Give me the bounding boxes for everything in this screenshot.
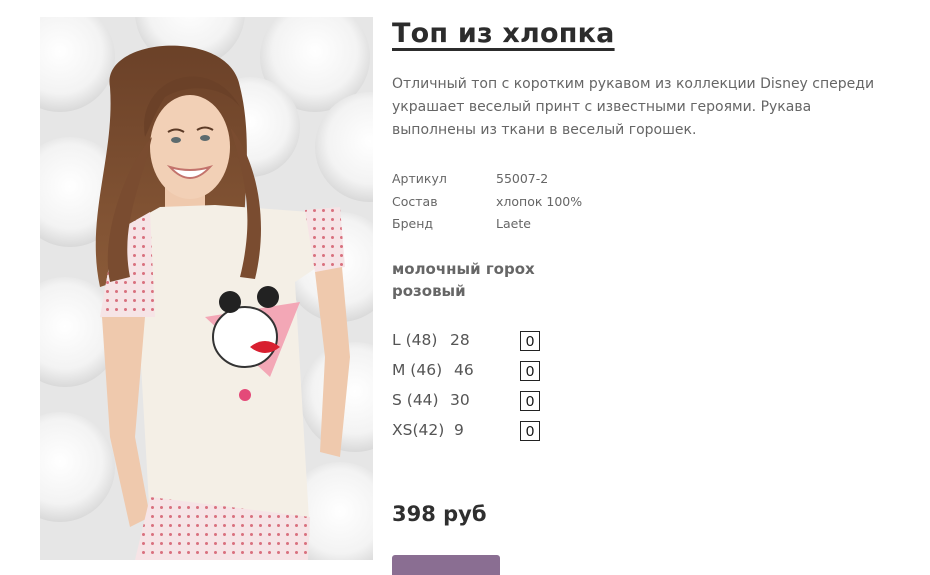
size-stock: 30: [450, 391, 470, 409]
product-photo[interactable]: [40, 17, 373, 560]
spec-value: Laete: [496, 216, 531, 231]
product-photo-illustration: [40, 17, 373, 560]
add-to-cart-button[interactable]: [392, 555, 500, 575]
spec-row-brand: Бренд Laete: [392, 213, 582, 236]
spec-row-article: Артикул 55007-2: [392, 168, 582, 191]
size-label: L (48): [392, 331, 438, 349]
quantity-input-m[interactable]: [520, 361, 540, 381]
size-label: S (44): [392, 391, 439, 409]
product-colors: молочный горох розовый: [392, 258, 535, 302]
quantity-input-l[interactable]: [520, 331, 540, 351]
spec-row-composition: Состав хлопок 100%: [392, 191, 582, 214]
size-label: M (46): [392, 361, 443, 379]
size-stock: 28: [450, 331, 470, 349]
spec-label: Состав: [392, 193, 438, 209]
spec-value: 55007-2: [496, 171, 549, 186]
spec-value: хлопок 100%: [496, 193, 583, 209]
size-label: XS(42): [392, 421, 445, 439]
color-name: розовый: [392, 282, 466, 300]
spec-label: Артикул: [392, 171, 447, 186]
product-price: 398 руб: [392, 502, 487, 526]
product-specs: Артикул 55007-2 Состав хлопок 100% Бренд…: [392, 168, 582, 236]
product-info: Топ из хлопка Отличный топ с коротким ру…: [392, 0, 912, 575]
size-stock: 9: [454, 421, 464, 439]
spec-label: Бренд: [392, 216, 434, 231]
size-stock: 46: [454, 361, 474, 379]
product-description: Отличный топ с коротким рукавом из колле…: [392, 76, 875, 138]
color-name: молочный горох: [392, 260, 535, 278]
quantity-input-s[interactable]: [520, 391, 540, 411]
quantity-input-xs[interactable]: [520, 421, 540, 441]
product-title: Топ из хлопка: [392, 18, 615, 49]
